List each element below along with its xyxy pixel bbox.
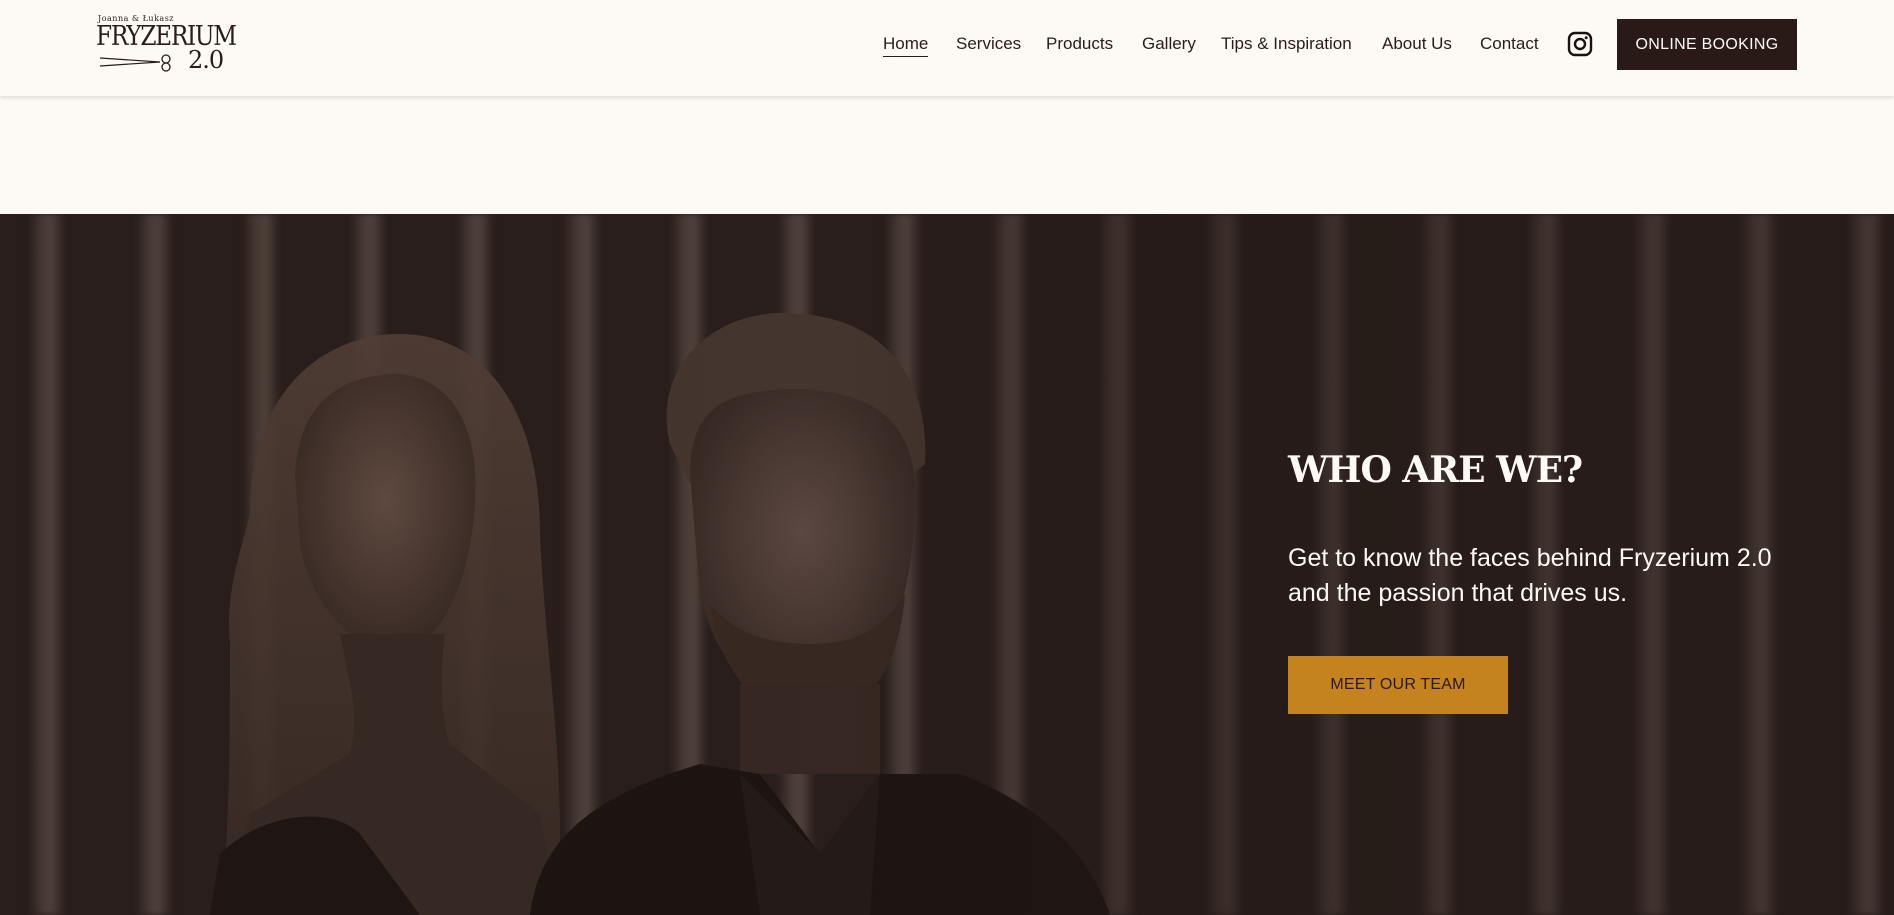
nav-products[interactable]: Products (1046, 33, 1113, 55)
nav-gallery[interactable]: Gallery (1142, 33, 1196, 55)
site-header: Joanna & Łukasz FRYZERIUM 2.0 Home Servi… (0, 0, 1894, 96)
section-title: WHO ARE WE? (1288, 449, 1583, 491)
online-booking-button[interactable]: ONLINE BOOKING (1617, 19, 1797, 70)
nav-tips-inspiration[interactable]: Tips & Inspiration (1221, 33, 1352, 55)
nav-about-us[interactable]: About Us (1382, 33, 1452, 55)
instagram-icon[interactable] (1567, 31, 1593, 57)
logo-version: 2.0 (188, 46, 224, 74)
section-description: Get to know the faces behind Fryzerium 2… (1288, 544, 1772, 607)
nav-home[interactable]: Home (883, 33, 929, 57)
nav-contact[interactable]: Contact (1480, 33, 1539, 55)
logo[interactable]: Joanna & Łukasz FRYZERIUM 2.0 (96, 14, 237, 76)
scissors-icon (100, 54, 171, 72)
nav-services[interactable]: Services (956, 33, 1021, 55)
meet-our-team-button[interactable]: MEET OUR TEAM (1288, 656, 1508, 714)
